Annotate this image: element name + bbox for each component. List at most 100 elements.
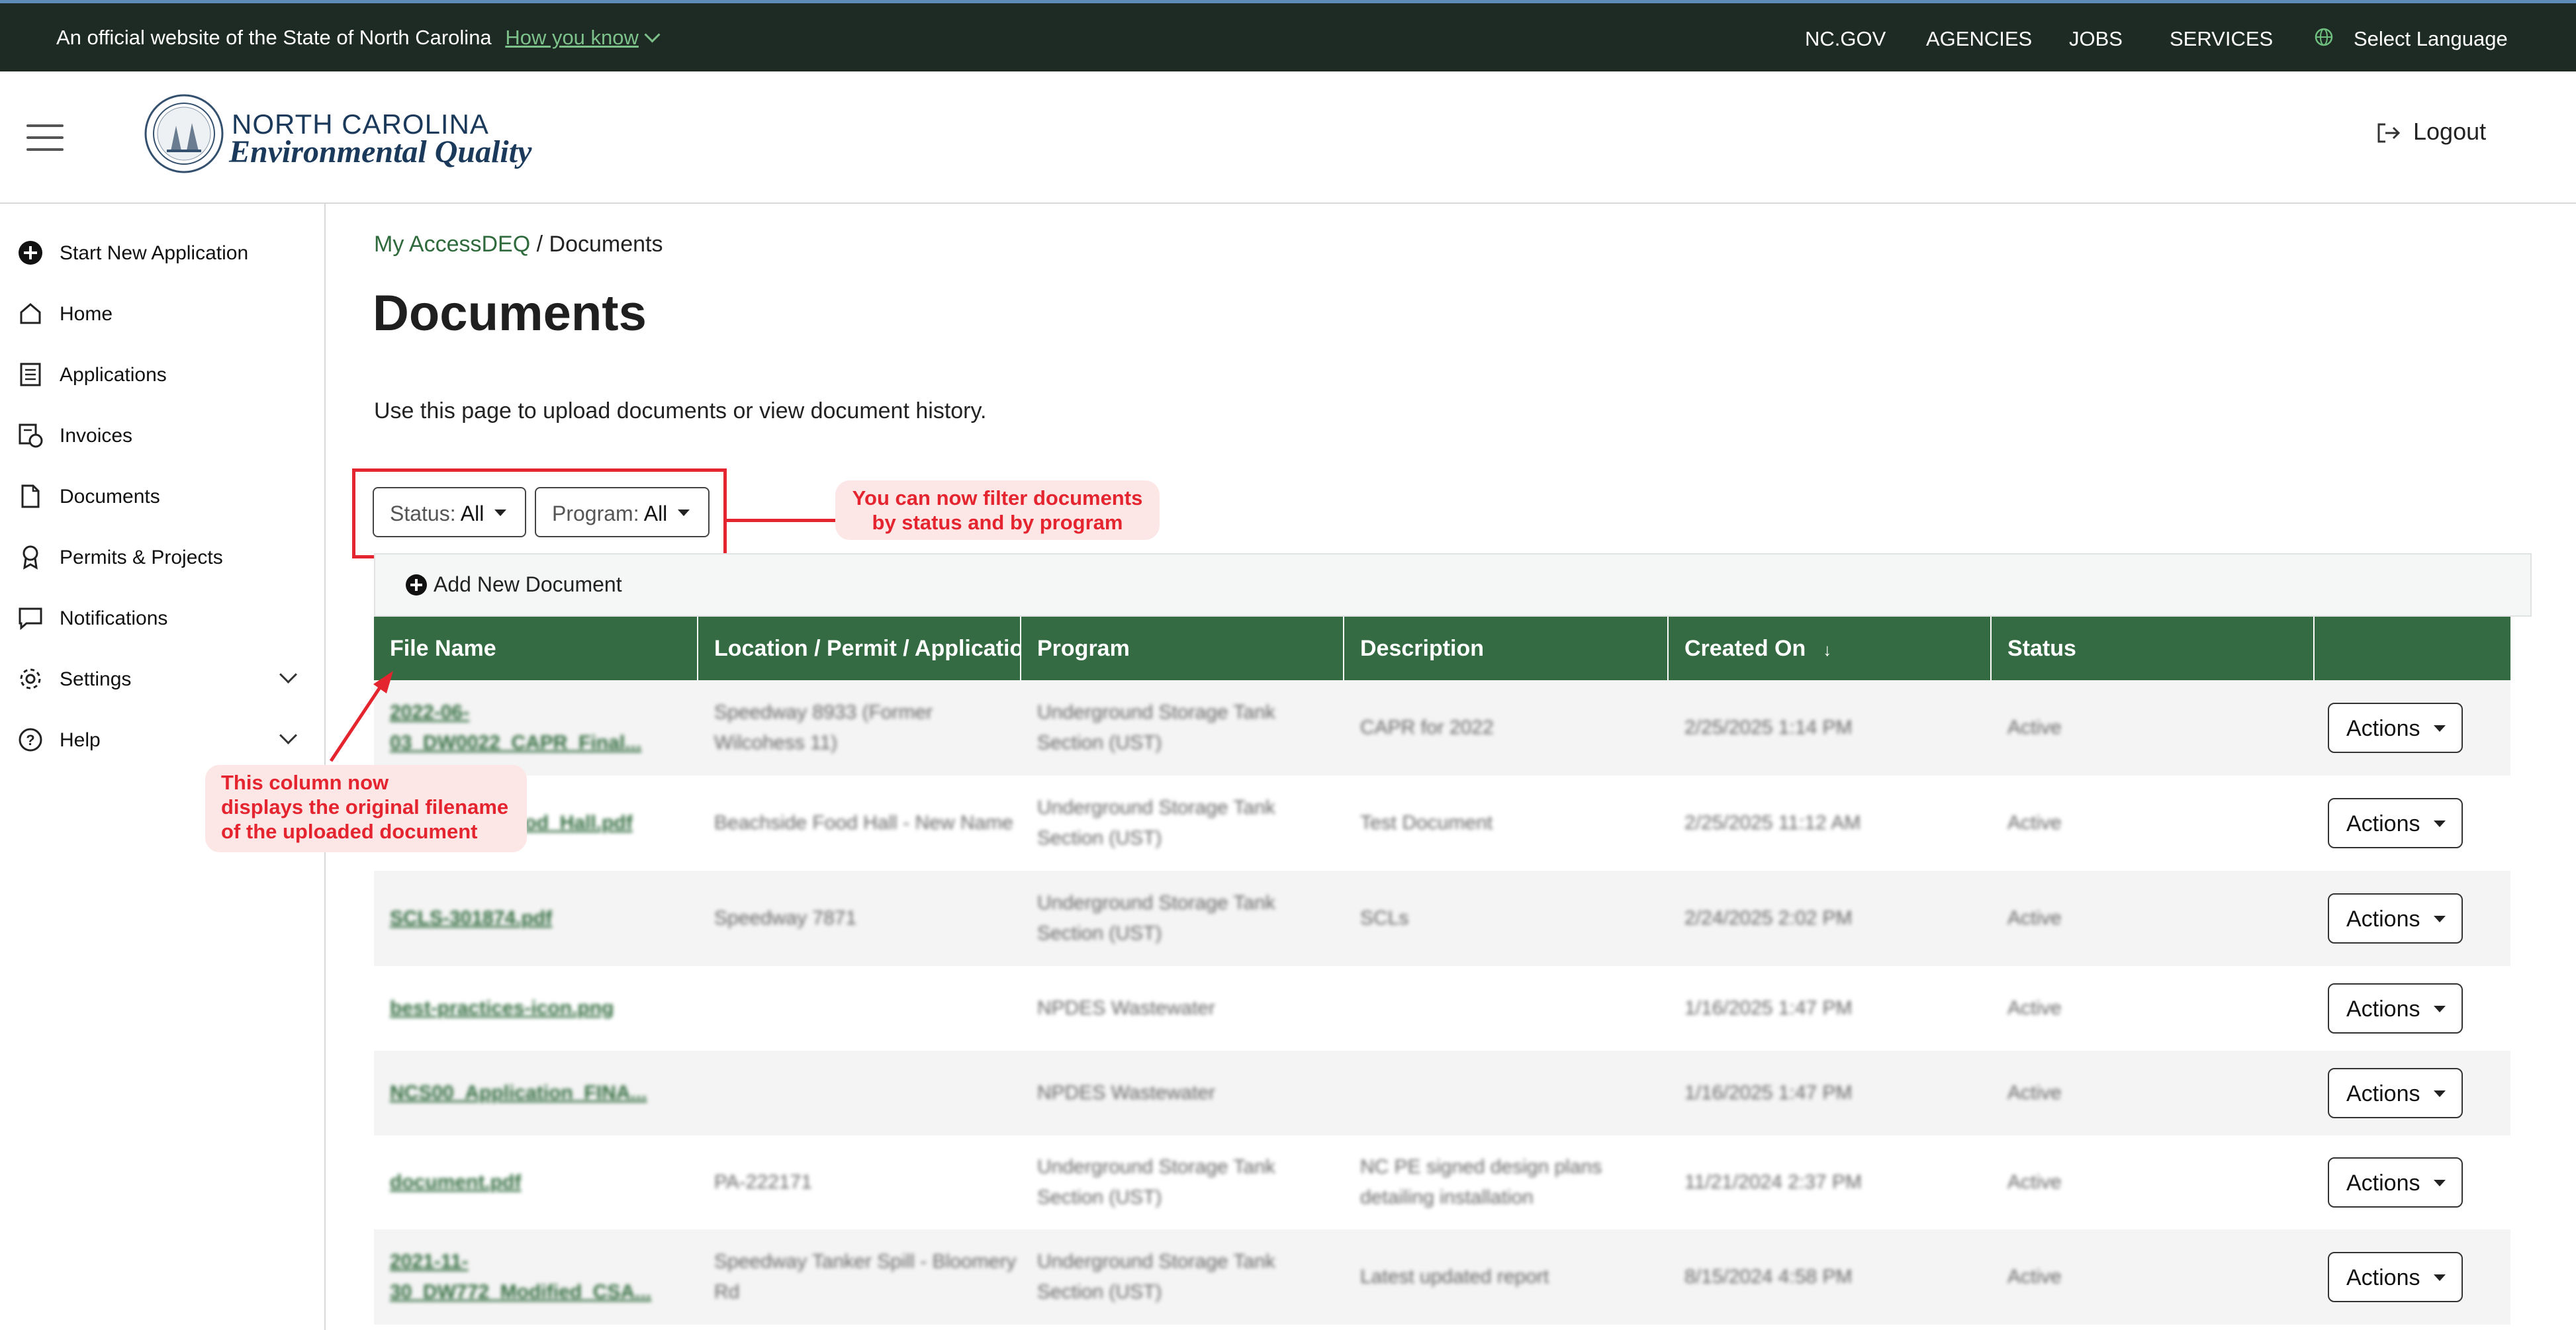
official-site-text: An official website of the State of Nort… — [56, 26, 492, 49]
logout-label: Logout — [2413, 118, 2487, 145]
annotation-filter-callout: You can now filter documents by status a… — [835, 480, 1160, 540]
cell-location: Speedway 8933 (Former Wilcohess 11) — [714, 701, 933, 754]
how-you-know-link[interactable]: How you know — [505, 26, 661, 49]
cell-file-name[interactable]: 2022-06-03_DW0022_CAPR_Final... — [374, 680, 698, 776]
sidebar-item-home[interactable]: Home — [17, 295, 308, 335]
invoice-icon — [19, 423, 43, 448]
sidebar-item-start-new-application[interactable]: Start New Application — [17, 234, 308, 274]
nav-ncgov-link[interactable]: NC.GOV — [1805, 27, 1886, 51]
breadcrumb-home-link[interactable]: My AccessDEQ — [374, 232, 530, 257]
chevron-down-icon[interactable] — [279, 666, 297, 684]
column-header-file-name[interactable]: File Name — [374, 617, 698, 680]
caret-down-icon — [2434, 1090, 2446, 1097]
column-header-status[interactable]: Status — [1992, 617, 2315, 680]
annotation-text-line: This column now — [221, 771, 389, 794]
pdf-document-icon — [21, 484, 40, 508]
document-toolbar: Add New Document — [374, 553, 2532, 617]
chat-bubble-icon — [19, 607, 42, 631]
select-language-link[interactable]: Select Language — [2354, 27, 2508, 51]
chevron-down-icon[interactable] — [279, 727, 297, 744]
gear-icon — [20, 668, 41, 689]
actions-dropdown-button[interactable]: Actions — [2328, 798, 2463, 848]
actions-dropdown-button[interactable]: Actions — [2328, 1068, 2463, 1118]
sidebar-item-label: Documents — [60, 486, 160, 508]
cell-file-name[interactable]: SCLS-301874.pdf — [374, 871, 698, 966]
annotation-filename-callout: This column now displays the original fi… — [205, 765, 527, 852]
actions-dropdown-button[interactable]: Actions — [2328, 983, 2463, 1034]
sidebar-item-notifications[interactable]: Notifications — [17, 599, 308, 639]
official-banner: An official website of the State of Nort… — [0, 0, 2576, 71]
sidebar-item-label: Settings — [60, 668, 132, 690]
sidebar-item-help[interactable]: ? Help — [17, 721, 308, 761]
annotation-text-line: of the uploaded document — [221, 820, 478, 843]
cell-program: NPDES Wastewater — [1037, 1082, 1215, 1104]
cell-program: Underground Storage Tank Section (UST) — [1037, 701, 1275, 754]
add-new-document-button[interactable]: Add New Document — [434, 572, 622, 597]
hamburger-menu-icon[interactable] — [26, 124, 64, 151]
site-header: NORTH CAROLINA Environmental Quality Log… — [0, 71, 2576, 204]
cell-description: CAPR for 2022 — [1360, 717, 1494, 738]
cell-description: SCLs — [1360, 907, 1409, 929]
cell-location: Speedway 7871 — [714, 907, 857, 929]
column-header-description[interactable]: Description — [1344, 617, 1669, 680]
cell-created-on: 2/24/2025 2:02 PM — [1684, 907, 1853, 929]
cell-created-on: 1/16/2025 1:47 PM — [1684, 997, 1853, 1019]
breadcrumb-separator: / — [530, 232, 549, 257]
sidebar-item-invoices[interactable]: Invoices — [17, 417, 308, 457]
sidebar-item-applications[interactable]: Applications — [17, 356, 308, 396]
cell-description: Test Document — [1360, 812, 1493, 834]
sidebar-item-label: Start New Application — [60, 242, 249, 264]
nc-state-seal-logo[interactable] — [143, 93, 225, 175]
actions-dropdown-button[interactable]: Actions — [2328, 1157, 2463, 1208]
column-header-created-on[interactable]: Created On ↓ — [1669, 617, 1992, 680]
actions-label: Actions — [2346, 1265, 2420, 1290]
sidebar-item-label: Invoices — [60, 425, 133, 447]
cell-location — [698, 1051, 1021, 1135]
sidebar-item-label: Home — [60, 303, 113, 325]
column-header-program[interactable]: Program — [1021, 617, 1344, 680]
nav-services-link[interactable]: SERVICES — [2170, 27, 2273, 51]
sidebar-item-permits-projects[interactable]: Permits & Projects — [17, 539, 308, 578]
cell-status: Active — [2007, 997, 2062, 1019]
cell-file-name[interactable]: 2021-11-30_DW772_Modified_CSA... — [374, 1229, 698, 1325]
page-title: Documents — [373, 285, 647, 341]
cell-file-name[interactable]: NCS00_Application_FINA... — [374, 1051, 698, 1135]
actions-dropdown-button[interactable]: Actions — [2328, 893, 2463, 944]
actions-label: Actions — [2346, 716, 2420, 741]
created-on-label: Created On — [1684, 636, 1806, 661]
cell-status: Active — [2007, 717, 2062, 738]
actions-label: Actions — [2346, 1171, 2420, 1196]
annotation-text-line: displays the original filename — [221, 795, 509, 819]
cell-file-name[interactable]: document.pdf — [374, 1135, 698, 1229]
table-row: 2021-11-30_DW772_Modified_CSA... Speedway… — [374, 1229, 2510, 1325]
cell-created-on: 11/21/2024 2:37 PM — [1684, 1171, 1862, 1193]
actions-dropdown-button[interactable]: Actions — [2328, 1252, 2463, 1302]
table-row: Beachside_Food_Hall.pdfBeachside Food Ha… — [374, 776, 2510, 871]
table-row: 2022-06-03_DW0022_CAPR_Final... Speedway … — [374, 680, 2510, 776]
caret-down-icon — [2434, 1274, 2446, 1281]
actions-label: Actions — [2346, 997, 2420, 1022]
column-header-location[interactable]: Location / Permit / Application — [698, 617, 1021, 680]
cell-description: Latest updated report — [1360, 1266, 1549, 1288]
plus-circle-icon — [406, 574, 427, 596]
cell-file-name[interactable]: best-practices-icon.png — [374, 966, 698, 1051]
sidebar-item-label: Help — [60, 729, 101, 751]
annotation-connector-line — [727, 519, 838, 522]
globe-icon[interactable] — [2314, 27, 2334, 47]
cell-program: Underground Storage Tank Section (UST) — [1037, 797, 1275, 849]
cell-program: Underground Storage Tank Section (UST) — [1037, 892, 1275, 944]
sidebar-item-settings[interactable]: Settings — [17, 660, 308, 700]
nav-agencies-link[interactable]: AGENCIES — [1926, 27, 2032, 51]
sort-descending-icon[interactable]: ↓ — [1823, 640, 1831, 660]
actions-dropdown-button[interactable]: Actions — [2328, 703, 2463, 753]
sidebar-item-documents[interactable]: Documents — [17, 478, 308, 517]
cell-location — [698, 966, 1021, 1051]
cell-description — [1344, 1051, 1669, 1135]
list-document-icon — [20, 363, 41, 386]
annotation-highlight-box — [352, 468, 727, 558]
table-row: NCS00_Application_FINA... NPDES Wastewate… — [374, 1051, 2510, 1135]
cell-location: PA-222171 — [714, 1171, 812, 1193]
table-row: document.pdf PA-222171 Underground Storage… — [374, 1135, 2510, 1229]
column-header-actions — [2315, 617, 2510, 680]
nav-jobs-link[interactable]: JOBS — [2069, 27, 2123, 51]
